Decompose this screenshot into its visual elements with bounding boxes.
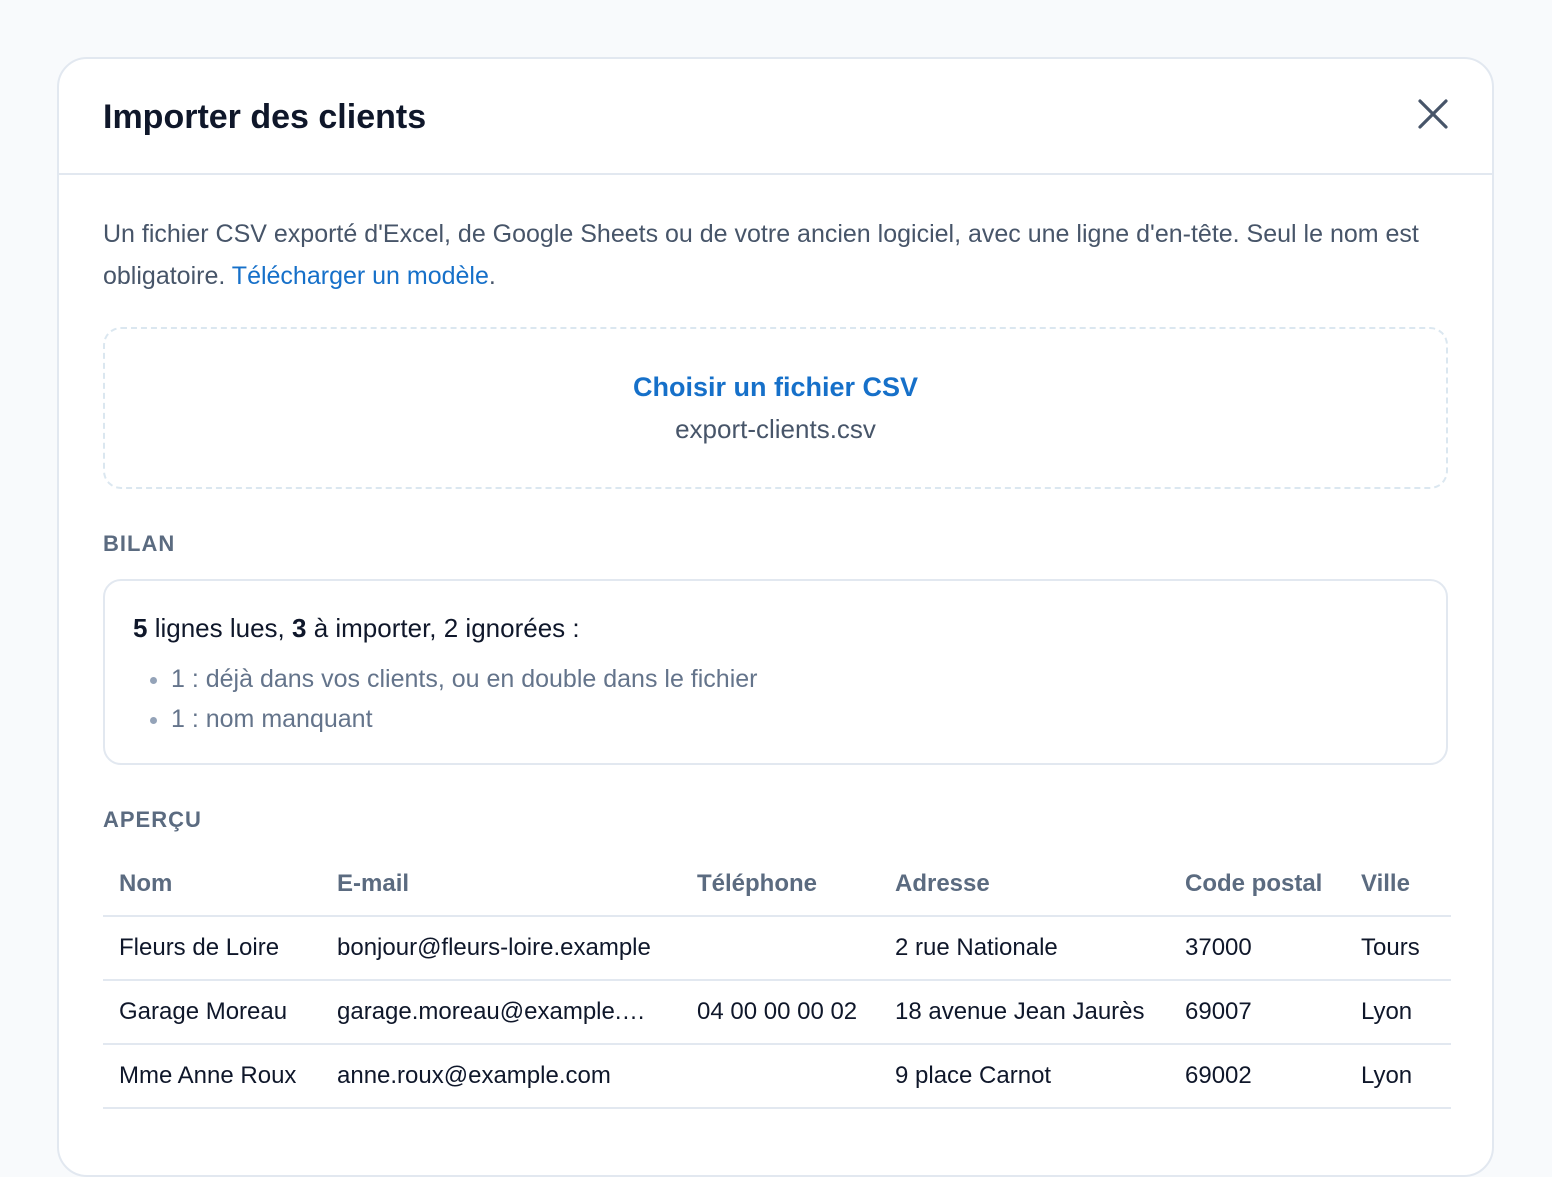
ignored-reason-item: 1 : nom manquant (171, 699, 1418, 739)
cell-email: garage.moreau@example.… (321, 980, 681, 1045)
column-header-name: Nom (103, 853, 321, 917)
table-header-row: Nom E-mail Téléphone Adresse Code postal… (103, 853, 1451, 917)
column-header-postal-code: Code postal (1169, 853, 1345, 917)
summary-box: 5 lignes lues, 3 à importer, 2 ignorées … (103, 579, 1448, 765)
modal-title: Importer des clients (103, 98, 427, 136)
cell-email: bonjour@fleurs-loire.example (321, 916, 681, 981)
cell-postal-code: 37000 (1169, 916, 1345, 981)
cell-city: Lyon (1345, 980, 1451, 1045)
summary-heading: BILAN (103, 531, 176, 556)
modal-body: Un fichier CSV exporté d'Excel, de Googl… (59, 213, 1492, 1109)
table-row: Fleurs de Loire bonjour@fleurs-loire.exa… (103, 916, 1451, 981)
table-row: Garage Moreau garage.moreau@example.… 04… (103, 980, 1451, 1045)
cell-address: 2 rue Nationale (879, 916, 1169, 981)
cell-address: 9 place Carnot (879, 1044, 1169, 1109)
cell-city: Tours (1345, 916, 1451, 981)
summary-line: 5 lignes lues, 3 à importer, 2 ignorées … (133, 609, 1418, 647)
cell-postal-code: 69002 (1169, 1044, 1345, 1109)
close-icon (1418, 99, 1448, 129)
read-label: lignes lues, (147, 613, 292, 643)
intro-text: Un fichier CSV exporté d'Excel, de Googl… (103, 213, 1453, 297)
table-row: Mme Anne Roux anne.roux@example.com 9 pl… (103, 1044, 1451, 1109)
column-header-phone: Téléphone (681, 853, 879, 917)
cell-name: Fleurs de Loire (103, 916, 321, 981)
cell-phone (681, 1044, 879, 1109)
cell-phone: 04 00 00 00 02 (681, 980, 879, 1045)
column-header-address: Adresse (879, 853, 1169, 917)
close-button[interactable] (1412, 95, 1452, 135)
import-label: à importer, 2 ignorées : (306, 613, 580, 643)
preview-table: Nom E-mail Téléphone Adresse Code postal… (103, 853, 1451, 1109)
modal-header: Importer des clients (59, 59, 1492, 175)
column-header-email: E-mail (321, 853, 681, 917)
cell-name: Garage Moreau (103, 980, 321, 1045)
cell-address: 18 avenue Jean Jaurès (879, 980, 1169, 1045)
choose-file-button[interactable]: Choisir un fichier CSV (633, 367, 918, 407)
file-dropzone[interactable]: Choisir un fichier CSV export-clients.cs… (103, 327, 1448, 489)
preview-heading: APERÇU (103, 807, 202, 832)
ignored-reasons-list: 1 : déjà dans vos clients, ou en double … (133, 659, 1418, 739)
cell-phone (681, 916, 879, 981)
ignored-reason-item: 1 : déjà dans vos clients, ou en double … (171, 659, 1418, 699)
cell-name: Mme Anne Roux (103, 1044, 321, 1109)
import-count: 3 (292, 613, 307, 643)
cell-email: anne.roux@example.com (321, 1044, 681, 1109)
intro-trailing: . (488, 262, 496, 290)
import-clients-modal: Importer des clients Un fichier CSV expo… (57, 57, 1494, 1177)
selected-filename: export-clients.csv (675, 414, 876, 444)
column-header-city: Ville (1345, 853, 1451, 917)
download-template-link[interactable]: Télécharger un modèle (232, 262, 489, 290)
cell-city: Lyon (1345, 1044, 1451, 1109)
read-count: 5 (133, 613, 148, 643)
cell-postal-code: 69007 (1169, 980, 1345, 1045)
